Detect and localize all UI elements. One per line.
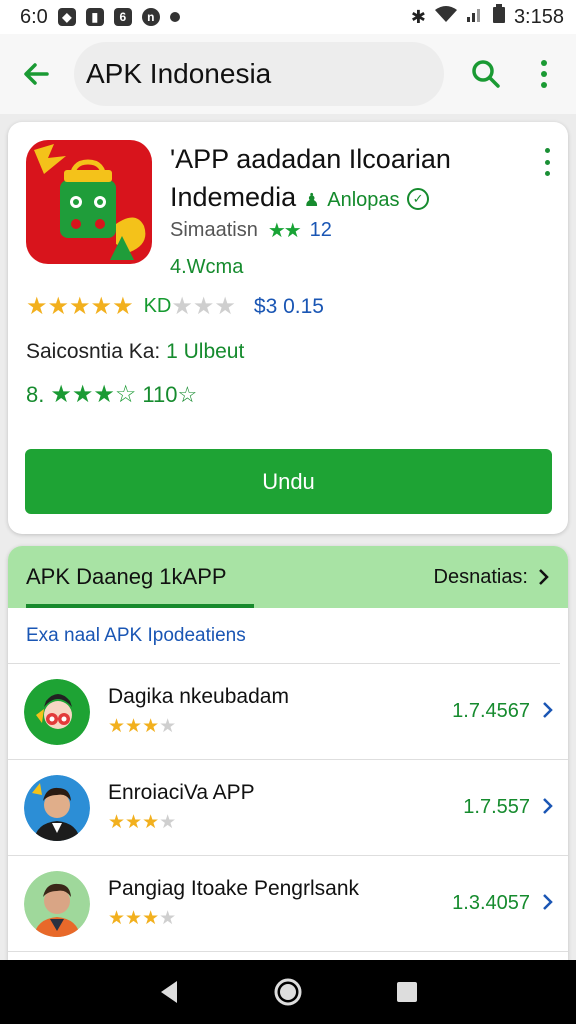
app-bar: APK Indonesia (0, 34, 576, 114)
rating-stars-filled: ★★★★★ (26, 293, 134, 320)
app-bar-actions (468, 56, 562, 92)
status-left: 6:0 ◆ ▮ 6 n (20, 6, 180, 29)
rating-stars-empty: ★★★ (171, 293, 236, 320)
sales-label: Saicosntia Ka: (26, 340, 161, 363)
avatar (24, 774, 90, 841)
item-name: Pangiag Itoake Pengrlsank (108, 877, 360, 900)
meta-count: 12 (309, 219, 332, 241)
back-triangle-icon (161, 981, 178, 1003)
meta-row: Simaatisn ★★ 12 (170, 218, 332, 243)
list-header: APK Daaneg 1kAPP Desnatias: (8, 546, 568, 608)
chevron-right-icon (542, 699, 554, 725)
bluetooth-icon: ✱ (410, 6, 426, 27)
notification-icon: ◆ (57, 8, 76, 26)
recents-square-icon (396, 982, 417, 1002)
score-prefix: 8. (26, 381, 45, 407)
nav-back-button[interactable] (149, 972, 189, 1012)
item-text: EnroiaciVa APP ★★★★ (108, 781, 463, 834)
avatar (24, 678, 90, 745)
rating-row: ★★★★★ KD ★★★ $3 0.15 (26, 292, 324, 321)
developer-name[interactable]: Anlopas (327, 189, 399, 211)
list-subtitle: Exa naal APK Ipodeatiens (8, 608, 560, 664)
notification-dot-icon (169, 12, 180, 22)
notification-icon: n (141, 8, 160, 26)
home-circle-icon (274, 978, 302, 1006)
sales-value: 1 Ulbeut (166, 340, 245, 363)
nav-home-button[interactable] (268, 972, 308, 1012)
sales-row: Saicosntia Ka: 1 Ulbeut (26, 340, 244, 364)
list-item[interactable]: Pangiag Itoake Pengrlsank ★★★★ 1.3.4057 (8, 856, 568, 952)
system-nav-bar (0, 960, 576, 1024)
app-category: 4.Wcma (170, 256, 244, 278)
score-value: 110☆ (142, 381, 198, 407)
see-more-button[interactable]: Desnatias: (434, 566, 551, 589)
chevron-right-icon (542, 795, 554, 821)
app-title-line1: 'APP aadadan Ilcoarian (170, 144, 451, 174)
item-text: Dagika nkeubadam ★★★★ (108, 685, 452, 738)
item-text: Pangiag Itoake Pengrlsank ★★★★ (108, 877, 452, 930)
item-name: EnroiaciVa APP (108, 781, 255, 804)
notification-icon: 6 (113, 8, 132, 26)
status-time-right: 3:158 (513, 5, 564, 28)
item-rating: ★★★★ (108, 715, 452, 738)
status-time-left: 6:0 (20, 5, 48, 28)
app-title-line2: Indemedia ♟ Anlopas ✓ (170, 178, 530, 219)
dot-icon (544, 171, 550, 176)
dot-icon (544, 159, 550, 165)
meta-label: Simaatisn (170, 219, 258, 241)
avatar (24, 870, 90, 937)
download-button[interactable]: Undu (25, 449, 552, 514)
related-apps-section: APK Daaneg 1kAPP Desnatias: Exa naal APK… (8, 546, 568, 966)
tab-indicator (26, 604, 254, 608)
item-rating: ★★★★ (108, 907, 452, 930)
status-bar: 6:0 ◆ ▮ 6 n ✱ 3:158 (0, 0, 576, 34)
item-name: Dagika nkeubadam (108, 685, 289, 708)
app-title: 'APP aadadan Ilcoarian Indemedia ♟ Anlop… (170, 140, 530, 219)
item-stars-filled: ★★★ (108, 716, 160, 737)
search-button[interactable] (468, 56, 504, 92)
item-stars-filled: ★★★ (108, 812, 160, 833)
app-price: $3 0.15 (253, 294, 324, 318)
search-icon (472, 60, 500, 88)
see-more-label: Desnatias: (433, 565, 529, 588)
list-item[interactable]: Dagika nkeubadam ★★★★ 1.7.4567 (8, 664, 568, 760)
app-icon (26, 140, 152, 264)
verified-icon: ✓ (407, 187, 430, 210)
score-row: 8. ★★★☆ 110☆ (26, 380, 197, 409)
developer-badge-icon: ♟ (303, 190, 320, 210)
signal-icon (466, 5, 484, 29)
item-version: 1.3.4057 (452, 892, 530, 914)
item-version: 1.7.557 (463, 796, 530, 818)
tab-related-apps[interactable]: APK Daaneg 1kAPP (26, 564, 227, 590)
chevron-right-icon (539, 569, 549, 585)
back-arrow-icon (24, 63, 49, 85)
card-more-button[interactable] (540, 148, 554, 176)
more-options-button[interactable] (526, 56, 562, 92)
meta-stars: ★★ (267, 220, 302, 242)
item-stars-empty: ★ (159, 908, 177, 929)
back-button[interactable] (16, 54, 56, 94)
wifi-icon (434, 5, 458, 29)
app-detail-card: 'APP aadadan Ilcoarian Indemedia ♟ Anlop… (8, 122, 568, 534)
app-bar-title: APK Indonesia (74, 42, 444, 106)
notification-icon: ▮ (85, 8, 104, 26)
app-title-line2-text: Indemedia (170, 182, 297, 212)
item-version: 1.7.4567 (452, 700, 530, 722)
score-stars: ★★★☆ (50, 381, 137, 408)
chevron-right-icon (542, 891, 554, 917)
item-rating: ★★★★ (108, 811, 463, 834)
list-item[interactable]: EnroiaciVa APP ★★★★ 1.7.557 (8, 760, 568, 856)
status-right: ✱ 3:158 (411, 4, 564, 30)
item-stars-filled: ★★★ (108, 908, 160, 929)
item-stars-empty: ★ (159, 716, 177, 737)
battery-icon (492, 4, 506, 30)
item-stars-empty: ★ (159, 812, 177, 833)
nav-recents-button[interactable] (387, 972, 427, 1012)
more-vert-icon (541, 60, 547, 88)
rating-code: KD (143, 295, 172, 317)
dot-icon (544, 148, 550, 153)
